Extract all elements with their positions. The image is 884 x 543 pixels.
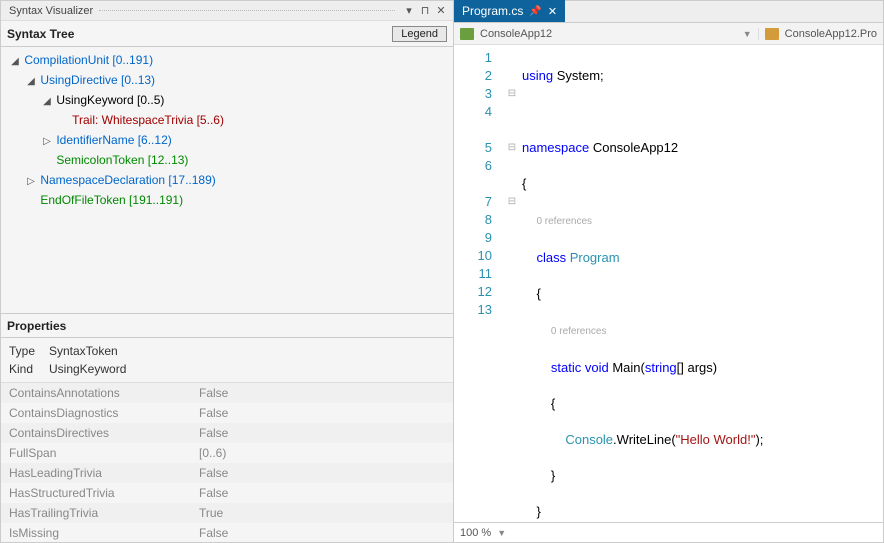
project-combo[interactable]: ConsoleApp12 ▼	[454, 28, 759, 40]
expander-icon[interactable]: ◢	[25, 73, 37, 91]
property-row[interactable]: ContainsDiagnosticsFalse	[1, 403, 453, 423]
project-name: ConsoleApp12	[480, 28, 552, 40]
panel-titlebar: Syntax Visualizer ▾ ⊓ ✕	[1, 1, 453, 21]
line-number-gutter: 123 4 56 789 10111213	[454, 45, 502, 522]
legend-button[interactable]: Legend	[392, 26, 447, 42]
fold-gutter[interactable]: ⊟ ⊟ ⊟	[502, 45, 522, 522]
tree-header: Syntax Tree Legend	[1, 21, 453, 47]
tree-header-label: Syntax Tree	[7, 27, 74, 41]
property-row[interactable]: ContainsDirectivesFalse	[1, 423, 453, 443]
chevron-down-icon[interactable]: ▼	[497, 528, 506, 538]
tab-strip: Program.cs 📌 ✕	[454, 1, 883, 23]
member-combo[interactable]: ConsoleApp12.Pro	[759, 28, 883, 40]
kind-label: Kind	[9, 360, 49, 378]
namespace-icon	[765, 28, 779, 40]
properties-header: Properties	[1, 314, 453, 338]
properties-summary: Type SyntaxToken Kind UsingKeyword	[1, 338, 453, 382]
type-value: SyntaxToken	[49, 342, 118, 360]
pin-icon[interactable]: 📌	[529, 6, 541, 17]
zoom-value: 100 %	[460, 527, 491, 539]
expander-icon[interactable]: ▷	[41, 133, 53, 151]
type-label: Type	[9, 342, 49, 360]
chevron-down-icon: ▼	[743, 29, 752, 39]
app-root: Syntax Visualizer ▾ ⊓ ✕ Syntax Tree Lege…	[0, 0, 884, 543]
properties-grid[interactable]: ContainsAnnotationsFalse ContainsDiagnos…	[1, 382, 453, 542]
codelens-references[interactable]: 0 references	[536, 216, 592, 227]
tree-node[interactable]: EndOfFileToken [191..191)	[40, 193, 183, 207]
syntax-visualizer-panel: Syntax Visualizer ▾ ⊓ ✕ Syntax Tree Lege…	[0, 0, 454, 543]
tree-node-selected[interactable]: UsingKeyword [0..5)	[56, 93, 164, 107]
codelens-references[interactable]: 0 references	[551, 326, 607, 337]
panel-title: Syntax Visualizer	[9, 5, 93, 17]
kind-value: UsingKeyword	[49, 360, 126, 378]
tree-node[interactable]: CompilationUnit [0..191)	[24, 53, 153, 67]
expander-icon[interactable]: ◢	[41, 93, 53, 111]
editor-nav-bar: ConsoleApp12 ▼ ConsoleApp12.Pro	[454, 23, 883, 45]
property-row[interactable]: HasStructuredTriviaFalse	[1, 483, 453, 503]
csharp-project-icon	[460, 28, 474, 40]
tree-node[interactable]: SemicolonToken [12..13)	[56, 153, 188, 167]
zoom-bar: 100 % ▼	[454, 522, 883, 542]
property-row[interactable]: ContainsAnnotationsFalse	[1, 383, 453, 403]
member-name: ConsoleApp12.Pro	[785, 28, 877, 40]
titlebar-grip[interactable]	[99, 10, 395, 11]
close-icon[interactable]: ✕	[548, 5, 557, 18]
tab-label: Program.cs	[462, 4, 523, 18]
code-editor[interactable]: 123 4 56 789 10111213 ⊟ ⊟ ⊟ using System…	[454, 45, 883, 522]
property-row[interactable]: HasTrailingTriviaTrue	[1, 503, 453, 523]
expander-icon[interactable]: ▷	[25, 173, 37, 191]
properties-label: Properties	[7, 319, 66, 333]
tab-program-cs[interactable]: Program.cs 📌 ✕	[454, 0, 565, 22]
dropdown-icon[interactable]: ▾	[401, 3, 417, 19]
pin-icon[interactable]: ⊓	[417, 3, 433, 19]
editor-panel: Program.cs 📌 ✕ ConsoleApp12 ▼ ConsoleApp…	[454, 0, 884, 543]
tree-node[interactable]: UsingDirective [0..13)	[40, 73, 155, 87]
close-icon[interactable]: ✕	[433, 3, 449, 19]
property-row[interactable]: HasLeadingTriviaFalse	[1, 463, 453, 483]
property-row[interactable]: IsMissingFalse	[1, 523, 453, 542]
code-area[interactable]: using System; namespace ConsoleApp12 { 0…	[522, 45, 883, 522]
tree-node[interactable]: IdentifierName [6..12)	[56, 133, 171, 147]
property-row[interactable]: FullSpan[0..6)	[1, 443, 453, 463]
tree-node[interactable]: Trail: WhitespaceTrivia [5..6)	[72, 113, 224, 127]
tree-node[interactable]: NamespaceDeclaration [17..189)	[40, 173, 215, 187]
expander-icon[interactable]: ◢	[9, 53, 21, 71]
syntax-tree[interactable]: ◢ CompilationUnit [0..191) ◢ UsingDirect…	[1, 47, 453, 314]
